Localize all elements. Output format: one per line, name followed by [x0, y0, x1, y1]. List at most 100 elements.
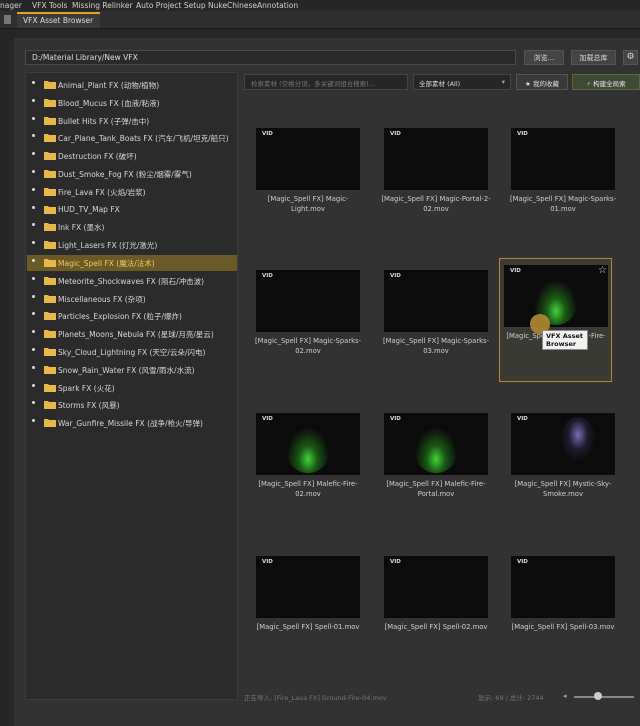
expand-bullet-icon[interactable]: [32, 134, 35, 138]
asset-thumbnail[interactable]: VID: [256, 413, 360, 475]
folder-icon: [44, 347, 56, 356]
category-item[interactable]: Blood_Mucus FX (血液/粘液): [27, 95, 237, 111]
expand-bullet-icon[interactable]: [32, 223, 35, 227]
category-item[interactable]: Dust_Smoke_Fog FX (粉尘/烟雾/雾气): [27, 166, 237, 182]
asset-card[interactable]: VID [Magic_Spell FX] Malefic-Fire-02.mov: [252, 407, 364, 531]
expand-bullet-icon[interactable]: [32, 419, 35, 423]
expand-bullet-icon[interactable]: [32, 81, 35, 84]
category-label: Bullet Hits FX (子弹/击中): [58, 116, 150, 126]
category-item[interactable]: Car_Plane_Tank_Boats FX (汽车/飞机/坦克/船只): [27, 130, 237, 146]
category-item[interactable]: Sky_Cloud_Lightning FX (天空/云朵/闪电): [27, 344, 237, 360]
expand-bullet-icon[interactable]: [32, 312, 35, 316]
asset-card[interactable]: VID [Magic_Spell FX] Mystic-Sky-Smoke.mov: [507, 407, 619, 531]
expand-bullet-icon[interactable]: [32, 348, 35, 351]
asset-thumbnail[interactable]: VID: [256, 270, 360, 332]
category-label: Spark FX (火花): [58, 383, 115, 393]
zoom-out-icon[interactable]: ◂: [563, 692, 567, 700]
category-label: Car_Plane_Tank_Boats FX (汽车/飞机/坦克/船只): [58, 134, 229, 144]
star-icon[interactable]: ☆: [598, 265, 607, 276]
asset-filename: [Magic_Spell FX] Spell-02.mov: [384, 623, 488, 631]
asset-filename: [Magic_Spell FX] Magic-Sparks-03.mov: [382, 337, 490, 355]
expand-bullet-icon[interactable]: [32, 170, 35, 173]
category-item[interactable]: Planets_Moons_Nebula FX (星球/月亮/星云): [27, 326, 237, 342]
category-item[interactable]: Meteorite_Shockwaves FX (陨石/冲击波): [27, 273, 237, 289]
asset-thumbnail[interactable]: VID: [511, 556, 615, 618]
asset-thumbnail[interactable]: VID: [256, 128, 360, 190]
category-item[interactable]: Spark FX (火花): [27, 380, 237, 396]
asset-card[interactable]: VID [Magic_Spell FX] Magic-Light.mov: [252, 122, 364, 246]
expand-bullet-icon[interactable]: [32, 294, 35, 298]
category-item[interactable]: Light_Lasers FX (灯光/激光): [27, 237, 237, 253]
expand-bullet-icon[interactable]: [32, 241, 35, 245]
library-path-field[interactable]: D:/Material Library/New VFX: [25, 50, 516, 65]
asset-thumbnail[interactable]: VID: [504, 265, 608, 327]
expand-bullet-icon[interactable]: [32, 401, 35, 405]
category-item[interactable]: HUD_TV_Map FX: [27, 202, 237, 218]
category-item[interactable]: War_Gunfire_Missile FX (战争/枪火/导弹): [27, 415, 237, 431]
video-badge: VID: [517, 131, 528, 137]
asset-card[interactable]: VID [Magic_Spell FX] Spell-01.mov: [252, 550, 364, 674]
panel-handle-icon[interactable]: [4, 15, 11, 24]
search-input[interactable]: 检索素材 (空格分词，多关键词组合搜索)...: [244, 74, 408, 90]
smoke-fx-preview: [561, 417, 595, 461]
filter-value: 全部素材 (All): [419, 80, 461, 88]
menu-item-missing-relinker[interactable]: Missing Relinker: [72, 1, 133, 10]
expand-bullet-icon[interactable]: [32, 187, 35, 191]
tab-vfx-asset-browser[interactable]: VFX Asset Browser: [17, 12, 100, 28]
asset-thumbnail[interactable]: VID: [384, 556, 488, 618]
expand-bullet-icon[interactable]: [32, 383, 35, 387]
menu-item-vfx-tools[interactable]: VFX Tools: [32, 1, 67, 10]
asset-grid: VID [Magic_Spell FX] Magic-Light.mov VID [M…: [242, 94, 640, 688]
asset-card[interactable]: VID [Magic_Spell FX] Magic-Sparks-01.mov: [507, 122, 619, 246]
build-index-button[interactable]: ⚡ 构建全局索: [572, 74, 640, 90]
expand-bullet-icon[interactable]: [32, 330, 35, 334]
green-fx-preview: [286, 427, 330, 473]
expand-bullet-icon[interactable]: [32, 276, 35, 280]
category-item[interactable]: Particles_Explosion FX (粒子/爆炸): [27, 308, 237, 324]
category-item[interactable]: Magic_Spell FX (魔法/法术): [27, 255, 237, 271]
green-fx-preview: [414, 427, 458, 473]
video-badge: VID: [390, 131, 401, 137]
load-library-button[interactable]: 加载总库: [571, 50, 616, 65]
expand-bullet-icon[interactable]: [32, 152, 35, 156]
category-item[interactable]: Storms FX (风暴): [27, 397, 237, 413]
expand-bullet-icon[interactable]: [32, 116, 35, 120]
favorites-button[interactable]: ★ 我的收藏: [516, 74, 568, 90]
asset-card[interactable]: VID [Magic_Spell FX] Malefic-Fire-Portal.…: [380, 407, 492, 531]
category-item[interactable]: Ink FX (墨水): [27, 219, 237, 235]
asset-card[interactable]: VID [Magic_Spell FX] Magic-Portal-2-02.mo…: [380, 122, 492, 246]
asset-card[interactable]: VID [Magic_Spell FX] Spell-02.mov: [380, 550, 492, 674]
menu-item-manager[interactable]: nager: [0, 1, 22, 10]
category-item[interactable]: Bullet Hits FX (子弹/击中): [27, 113, 237, 129]
filter-select[interactable]: 全部素材 (All) ▾: [413, 74, 511, 90]
category-item[interactable]: Animal_Plant FX (动物/植物): [27, 77, 237, 93]
expand-bullet-icon[interactable]: [32, 205, 35, 209]
expand-bullet-icon[interactable]: [32, 98, 35, 102]
asset-thumbnail[interactable]: VID: [384, 413, 488, 475]
category-label: Blood_Mucus FX (血液/粘液): [58, 98, 160, 108]
browse-button[interactable]: 浏览...: [524, 50, 564, 65]
asset-thumbnail[interactable]: VID: [511, 128, 615, 190]
asset-thumbnail[interactable]: VID: [384, 128, 488, 190]
menu-item-nuke-chinese-annotation[interactable]: NukeChineseAnnotation: [208, 1, 298, 10]
asset-card[interactable]: VID [Magic_Spell FX] Magic-Sparks-02.mov: [252, 264, 364, 388]
category-item[interactable]: Fire_Lava FX (火焰/岩浆): [27, 184, 237, 200]
zoom-slider[interactable]: [574, 696, 634, 698]
category-item[interactable]: Snow_Rain_Water FX (风雪/雨水/水流): [27, 362, 237, 378]
gear-icon[interactable]: ⚙: [623, 50, 638, 65]
category-item[interactable]: Destruction FX (破坏): [27, 148, 237, 164]
asset-thumbnail[interactable]: VID: [511, 413, 615, 475]
category-label: Light_Lasers FX (灯光/激光): [58, 241, 158, 251]
asset-thumbnail[interactable]: VID: [384, 270, 488, 332]
folder-icon: [44, 205, 56, 214]
asset-card[interactable]: VID☆[Magic_Spell FX] Malefic-Fire-: [499, 258, 612, 382]
category-label: HUD_TV_Map FX: [58, 204, 120, 214]
category-item[interactable]: Miscellaneous FX (杂项): [27, 291, 237, 307]
menu-item-auto-project-setup[interactable]: Auto Project Setup: [136, 1, 206, 10]
zoom-slider-handle[interactable]: [594, 692, 602, 700]
asset-card[interactable]: VID [Magic_Spell FX] Magic-Sparks-03.mov: [380, 264, 492, 388]
asset-thumbnail[interactable]: VID: [256, 556, 360, 618]
expand-bullet-icon[interactable]: [32, 259, 35, 262]
asset-card[interactable]: VID [Magic_Spell FX] Spell-03.mov: [507, 550, 619, 674]
expand-bullet-icon[interactable]: [32, 365, 35, 369]
